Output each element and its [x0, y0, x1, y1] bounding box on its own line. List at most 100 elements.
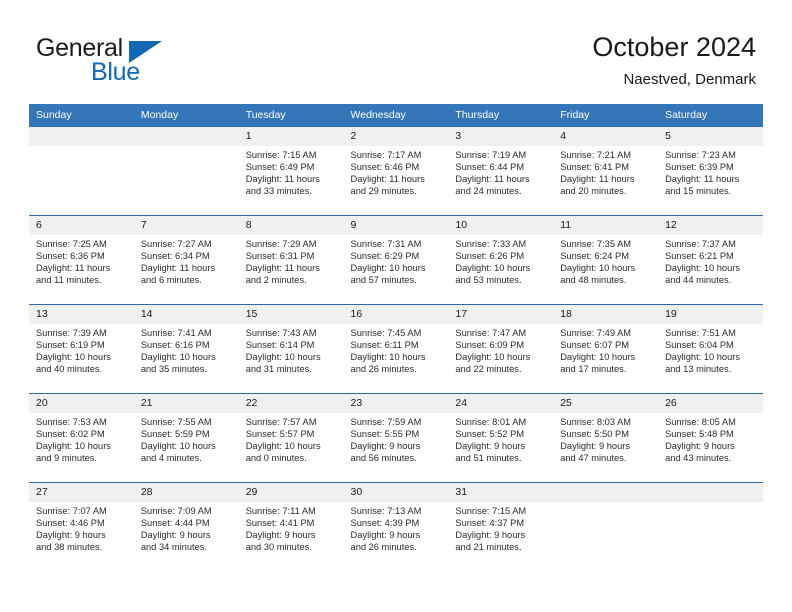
- day-number: 7: [133, 216, 239, 235]
- day-cell-content: 8 Sunrise: 7:29 AM Sunset: 6:31 PM Daylight…: [238, 216, 344, 304]
- calendar-day-cell[interactable]: 1 Sunrise: 7:15 AM Sunset: 6:49 PM Daylight…: [238, 126, 344, 216]
- detail-daylight-line2: and 22 minutes.: [455, 363, 522, 374]
- day-details: Sunrise: 7:15 AM Sunset: 6:49 PM Daylight:…: [239, 146, 344, 198]
- detail-sunset: Sunset: 4:37 PM: [455, 517, 525, 528]
- day-cell-content: 11 Sunrise: 7:35 AM Sunset: 6:24 PM Dayligh…: [553, 216, 659, 304]
- day-cell-content: 29 Sunrise: 7:11 AM Sunset: 4:41 PM Dayligh…: [238, 483, 344, 572]
- calendar-day-cell[interactable]: 30 Sunrise: 7:13 AM Sunset: 4:39 PM Dayligh…: [343, 482, 449, 572]
- day-details: Sunrise: 7:11 AM Sunset: 4:41 PM Daylight:…: [239, 502, 344, 554]
- day-details: [134, 146, 239, 150]
- day-cell-content: 25 Sunrise: 8:03 AM Sunset: 5:50 PM Dayligh…: [553, 394, 659, 482]
- calendar-day-cell[interactable]: 20 Sunrise: 7:53 AM Sunset: 6:02 PM Dayligh…: [29, 393, 134, 483]
- detail-sunrise: Sunrise: 7:55 AM: [140, 417, 212, 427]
- brand-logo[interactable]: General Blue: [36, 34, 236, 92]
- detail-daylight-line1: Daylight: 11 hours: [36, 262, 111, 273]
- detail-sunrise: Sunrise: 8:01 AM: [455, 417, 527, 427]
- day-details: Sunrise: 7:43 AM Sunset: 6:14 PM Daylight:…: [239, 324, 344, 376]
- page-header: General Blue October 2024 Naestved, Denm…: [0, 0, 792, 100]
- weekday-header-monday: Monday: [133, 104, 239, 127]
- calendar-day-cell[interactable]: 29 Sunrise: 7:11 AM Sunset: 4:41 PM Dayligh…: [238, 482, 344, 572]
- detail-sunset: Sunset: 6:21 PM: [665, 250, 734, 261]
- detail-daylight-line2: and 44 minutes.: [665, 274, 732, 285]
- detail-daylight-line2: and 56 minutes.: [350, 452, 417, 463]
- day-cell-content: 21 Sunrise: 7:55 AM Sunset: 5:59 PM Dayligh…: [133, 394, 239, 482]
- day-details: Sunrise: 7:27 AM Sunset: 6:34 PM Daylight:…: [134, 235, 239, 287]
- calendar-day-cell[interactable]: 7 Sunrise: 7:27 AM Sunset: 6:34 PM Daylight…: [133, 215, 239, 305]
- day-cell-content: 28 Sunrise: 7:09 AM Sunset: 4:44 PM Dayligh…: [133, 483, 239, 572]
- calendar-day-cell-empty: [553, 482, 659, 572]
- calendar-day-cell[interactable]: 4 Sunrise: 7:21 AM Sunset: 6:41 PM Daylight…: [553, 126, 659, 216]
- detail-daylight-line2: and 4 minutes.: [140, 452, 202, 463]
- calendar-day-cell[interactable]: 31 Sunrise: 7:15 AM Sunset: 4:37 PM Dayligh…: [448, 482, 554, 572]
- calendar-day-cell[interactable]: 17 Sunrise: 7:47 AM Sunset: 6:09 PM Dayligh…: [448, 304, 554, 394]
- day-cell-content: 3 Sunrise: 7:19 AM Sunset: 6:44 PM Daylight…: [448, 127, 554, 215]
- day-cell-content: 31 Sunrise: 7:15 AM Sunset: 4:37 PM Dayligh…: [448, 483, 554, 572]
- day-number: 27: [29, 483, 134, 502]
- day-cell-content: 14 Sunrise: 7:41 AM Sunset: 6:16 PM Dayligh…: [133, 305, 239, 393]
- day-details: Sunrise: 8:03 AM Sunset: 5:50 PM Daylight:…: [553, 413, 658, 465]
- weekday-header-wednesday: Wednesday: [343, 104, 449, 127]
- calendar-week-row: 20 Sunrise: 7:53 AM Sunset: 6:02 PM Dayligh…: [29, 393, 763, 483]
- calendar-day-cell[interactable]: 23 Sunrise: 7:59 AM Sunset: 5:55 PM Dayligh…: [343, 393, 449, 483]
- calendar-day-cell[interactable]: 6 Sunrise: 7:25 AM Sunset: 6:36 PM Daylight…: [29, 215, 134, 305]
- detail-daylight-line1: Daylight: 9 hours: [560, 440, 630, 451]
- day-cell-content: 24 Sunrise: 8:01 AM Sunset: 5:52 PM Dayligh…: [448, 394, 554, 482]
- detail-sunset: Sunset: 5:50 PM: [560, 428, 629, 439]
- weekday-header-friday: Friday: [553, 104, 659, 127]
- detail-daylight-line1: Daylight: 11 hours: [140, 262, 216, 273]
- day-cell-content: [133, 127, 239, 215]
- calendar-day-cell[interactable]: 9 Sunrise: 7:31 AM Sunset: 6:29 PM Daylight…: [343, 215, 449, 305]
- weekday-header-saturday: Saturday: [658, 104, 763, 127]
- calendar-day-cell[interactable]: 22 Sunrise: 7:57 AM Sunset: 5:57 PM Dayligh…: [238, 393, 344, 483]
- day-details: Sunrise: 7:39 AM Sunset: 6:19 PM Daylight:…: [29, 324, 134, 376]
- day-cell-content: 13 Sunrise: 7:39 AM Sunset: 6:19 PM Dayligh…: [29, 305, 134, 393]
- calendar-grid: Sunday Monday Tuesday Wednesday Thursday Frid…: [29, 104, 763, 572]
- brand-name-blue: Blue: [91, 58, 140, 86]
- calendar-day-cell[interactable]: 5 Sunrise: 7:23 AM Sunset: 6:39 PM Daylight…: [658, 126, 763, 216]
- detail-daylight-line1: Daylight: 9 hours: [140, 529, 211, 540]
- title-block: October 2024 Naestved, Denmark: [592, 30, 756, 91]
- calendar-day-cell[interactable]: 26 Sunrise: 8:05 AM Sunset: 5:48 PM Dayligh…: [658, 393, 763, 483]
- detail-sunset: Sunset: 6:14 PM: [245, 339, 315, 350]
- day-cell-content: 20 Sunrise: 7:53 AM Sunset: 6:02 PM Dayligh…: [29, 394, 134, 482]
- day-cell-content: 27 Sunrise: 7:07 AM Sunset: 4:46 PM Dayligh…: [29, 483, 134, 572]
- calendar-day-cell[interactable]: 8 Sunrise: 7:29 AM Sunset: 6:31 PM Daylight…: [238, 215, 344, 305]
- calendar-day-cell[interactable]: 15 Sunrise: 7:43 AM Sunset: 6:14 PM Dayligh…: [238, 304, 344, 394]
- detail-daylight-line2: and 30 minutes.: [245, 541, 312, 552]
- calendar-day-cell[interactable]: 16 Sunrise: 7:45 AM Sunset: 6:11 PM Dayligh…: [343, 304, 449, 394]
- day-number: 15: [238, 305, 344, 324]
- calendar-day-cell[interactable]: 2 Sunrise: 7:17 AM Sunset: 6:46 PM Daylight…: [343, 126, 449, 216]
- detail-sunrise: Sunrise: 7:53 AM: [36, 417, 107, 427]
- detail-sunset: Sunset: 5:57 PM: [245, 428, 315, 439]
- calendar-day-cell[interactable]: 19 Sunrise: 7:51 AM Sunset: 6:04 PM Dayligh…: [658, 304, 763, 394]
- detail-daylight-line2: and 57 minutes.: [350, 274, 417, 285]
- calendar-day-cell[interactable]: 10 Sunrise: 7:33 AM Sunset: 6:26 PM Dayligh…: [448, 215, 554, 305]
- detail-sunrise: Sunrise: 7:29 AM: [245, 239, 317, 249]
- calendar-day-cell[interactable]: 25 Sunrise: 8:03 AM Sunset: 5:50 PM Dayligh…: [553, 393, 659, 483]
- detail-daylight-line1: Daylight: 11 hours: [455, 173, 530, 184]
- day-cell-content: [658, 483, 763, 572]
- calendar-day-cell[interactable]: 11 Sunrise: 7:35 AM Sunset: 6:24 PM Dayligh…: [553, 215, 659, 305]
- calendar-day-cell[interactable]: 13 Sunrise: 7:39 AM Sunset: 6:19 PM Dayligh…: [29, 304, 134, 394]
- calendar-day-cell[interactable]: 21 Sunrise: 7:55 AM Sunset: 5:59 PM Dayligh…: [133, 393, 239, 483]
- calendar-day-cell[interactable]: 3 Sunrise: 7:19 AM Sunset: 6:44 PM Daylight…: [448, 126, 554, 216]
- detail-daylight-line2: and 51 minutes.: [455, 452, 522, 463]
- calendar-day-cell[interactable]: 12 Sunrise: 7:37 AM Sunset: 6:21 PM Dayligh…: [658, 215, 763, 305]
- detail-sunrise: Sunrise: 7:45 AM: [350, 328, 422, 338]
- calendar-day-cell[interactable]: 28 Sunrise: 7:09 AM Sunset: 4:44 PM Dayligh…: [133, 482, 239, 572]
- detail-sunset: Sunset: 6:46 PM: [350, 161, 420, 172]
- detail-daylight-line1: Daylight: 10 hours: [350, 262, 426, 273]
- day-details: Sunrise: 7:21 AM Sunset: 6:41 PM Daylight:…: [553, 146, 658, 198]
- detail-sunset: Sunset: 5:52 PM: [455, 428, 525, 439]
- day-cell-content: 15 Sunrise: 7:43 AM Sunset: 6:14 PM Dayligh…: [238, 305, 344, 393]
- day-details: Sunrise: 7:25 AM Sunset: 6:36 PM Daylight:…: [29, 235, 134, 287]
- day-number: 8: [238, 216, 344, 235]
- day-number: 16: [343, 305, 449, 324]
- calendar-day-cell[interactable]: 27 Sunrise: 7:07 AM Sunset: 4:46 PM Dayligh…: [29, 482, 134, 572]
- detail-sunset: Sunset: 6:16 PM: [140, 339, 210, 350]
- detail-daylight-line2: and 47 minutes.: [560, 452, 627, 463]
- calendar-day-cell[interactable]: 18 Sunrise: 7:49 AM Sunset: 6:07 PM Dayligh…: [553, 304, 659, 394]
- calendar-day-cell[interactable]: 24 Sunrise: 8:01 AM Sunset: 5:52 PM Dayligh…: [448, 393, 554, 483]
- day-details: Sunrise: 7:19 AM Sunset: 6:44 PM Daylight:…: [448, 146, 553, 198]
- calendar-day-cell[interactable]: 14 Sunrise: 7:41 AM Sunset: 6:16 PM Dayligh…: [133, 304, 239, 394]
